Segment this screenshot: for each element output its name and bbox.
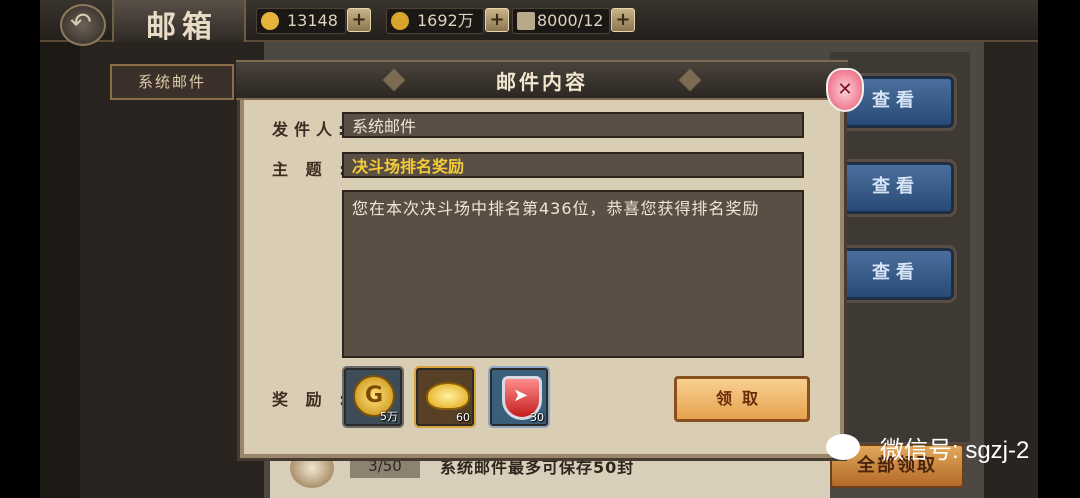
view-mail-button-2[interactable]: 查看 bbox=[838, 162, 954, 214]
add-ingot-button[interactable]: + bbox=[347, 8, 371, 32]
title-plate: 邮箱 bbox=[112, 0, 246, 45]
reward-item-ingot[interactable]: 60 bbox=[416, 368, 474, 426]
tab-system-mail[interactable]: 系统邮件 bbox=[110, 64, 234, 100]
gold-ingot-icon bbox=[426, 382, 470, 410]
sender-field: 系统邮件 bbox=[342, 112, 804, 138]
reward-amount: 60 bbox=[456, 411, 470, 424]
ingot-value: 13148 bbox=[287, 11, 338, 30]
page-title: 邮箱 bbox=[146, 10, 218, 45]
add-coins-button[interactable]: + bbox=[485, 8, 509, 32]
sender-label: 发件人: bbox=[272, 120, 351, 139]
game-screen: ↶ 邮箱 13148 + 1692万 + 8000/12 + 系统邮件 查看 查… bbox=[40, 0, 1038, 498]
resource-ingot: 13148 + bbox=[256, 8, 371, 34]
reward-amount: 5万 bbox=[380, 410, 398, 423]
reward-item-coin[interactable]: G 5万 bbox=[344, 368, 402, 426]
add-stamina-button[interactable]: + bbox=[611, 8, 635, 32]
stamina-icon bbox=[517, 12, 535, 30]
back-button[interactable]: ↶ bbox=[60, 4, 106, 46]
subject-label: 主 题 : bbox=[272, 160, 352, 179]
dialog-header: 邮件内容 bbox=[236, 60, 848, 100]
coin-icon bbox=[391, 12, 409, 30]
reward-label: 奖 励 : bbox=[272, 390, 352, 409]
reward-amount: 30 bbox=[530, 411, 544, 424]
ingot-icon bbox=[261, 12, 279, 30]
top-bar: ↶ 邮箱 13148 + 1692万 + 8000/12 + bbox=[40, 0, 1038, 46]
subject-field: 决斗场排名奖励 bbox=[342, 152, 804, 178]
view-mail-button-3[interactable]: 查看 bbox=[838, 248, 954, 300]
wechat-icon bbox=[826, 434, 860, 460]
back-arrow-icon: ↶ bbox=[70, 8, 92, 38]
left-decor-strip bbox=[40, 42, 80, 498]
close-icon[interactable]: ✕ bbox=[826, 68, 864, 112]
resource-coins: 1692万 + bbox=[386, 8, 509, 34]
mail-content-dialog: 邮件内容 发件人: 系统邮件 主 题 : 决斗场排名奖励 您在本次决斗场中排名第… bbox=[236, 60, 848, 458]
claim-button[interactable]: 领取 bbox=[674, 376, 810, 422]
coins-value: 1692万 bbox=[417, 11, 474, 30]
watermark-text: 微信号: sgzj-2 bbox=[880, 437, 1030, 464]
resource-stamina: 8000/12 + bbox=[512, 8, 635, 34]
stamina-value: 8000/12 bbox=[537, 11, 604, 30]
dialog-title: 邮件内容 bbox=[496, 70, 588, 94]
reward-item-shield[interactable]: ➤ 30 bbox=[490, 368, 548, 426]
mail-body: 您在本次决斗场中排名第436位，恭喜您获得排名奖励 bbox=[342, 190, 804, 358]
